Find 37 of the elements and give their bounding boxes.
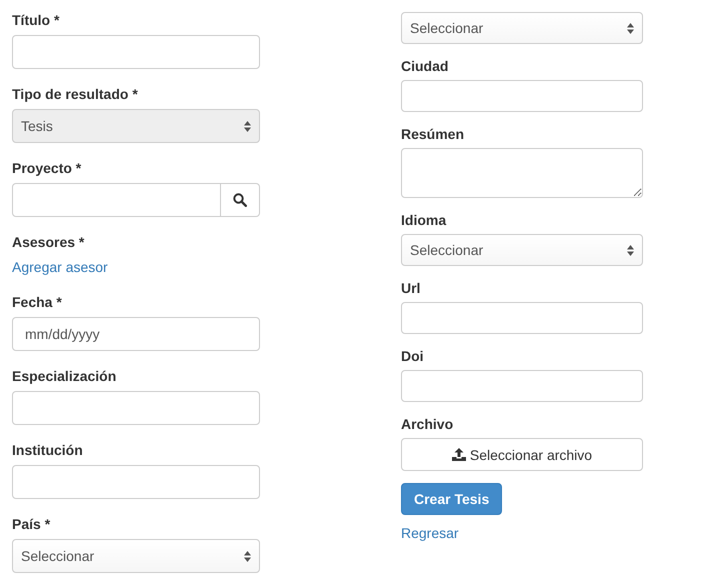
text-field[interactable]	[401, 302, 643, 334]
field-label: Idioma	[401, 211, 446, 230]
field-label: Título *	[12, 11, 60, 30]
field-label: Institución	[12, 441, 83, 460]
select-dropdown[interactable]: Seleccionar	[401, 234, 643, 266]
create-button[interactable]: Crear Tesis	[401, 483, 502, 515]
field-label: Proyecto *	[12, 159, 82, 178]
text-field[interactable]	[12, 35, 260, 69]
search-button[interactable]	[221, 183, 260, 217]
select-arrows-icon	[244, 120, 251, 132]
field-label: Especialización	[12, 367, 116, 386]
text-field[interactable]	[12, 391, 260, 425]
search-icon	[233, 193, 247, 207]
add-advisor-link[interactable]: Agregar asesor	[12, 257, 108, 277]
field-label: Url	[401, 279, 420, 298]
field-label: Ciudad	[401, 57, 448, 76]
field-label: Tipo de resultado *	[12, 85, 138, 104]
text-field[interactable]	[401, 80, 643, 112]
select-arrows-icon	[627, 244, 634, 256]
field-label: País *	[12, 515, 50, 534]
upload-icon	[452, 448, 466, 461]
field-label: Resúmen	[401, 125, 464, 144]
select-arrows-icon	[627, 22, 634, 34]
field-label: Archivo	[401, 415, 454, 434]
text-field[interactable]	[12, 183, 221, 217]
text-field[interactable]	[401, 370, 643, 402]
back-link[interactable]: Regresar	[401, 525, 459, 541]
file-select-button[interactable]: Seleccionar archivo	[401, 438, 643, 471]
select-dropdown[interactable]: Seleccionar	[401, 12, 643, 44]
text-area[interactable]	[401, 148, 643, 198]
text-field[interactable]: mm/dd/yyyy	[12, 317, 260, 351]
field-label: Fecha *	[12, 293, 62, 312]
select-dropdown[interactable]: Seleccionar	[12, 539, 260, 573]
field-label: Doi	[401, 347, 424, 366]
field-label: Asesores *	[12, 233, 84, 252]
select-arrows-icon	[244, 550, 251, 562]
text-field[interactable]	[12, 465, 260, 499]
